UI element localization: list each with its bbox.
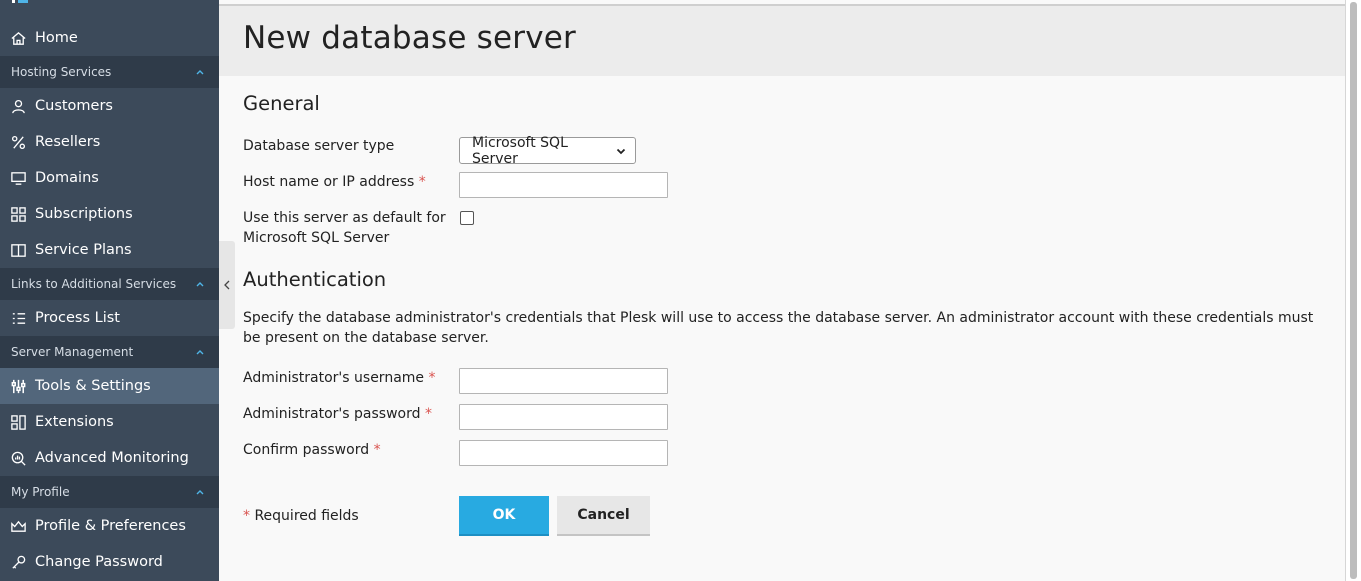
sidebar-item-label: Change Password [35, 554, 163, 570]
chevron-down-icon [615, 145, 627, 157]
home-icon [10, 30, 27, 47]
user-icon [10, 98, 27, 115]
chevron-up-icon [195, 67, 205, 77]
sidebar-item-service-plans[interactable]: Service Plans [0, 232, 219, 268]
sidebar-group-label: Hosting Services [11, 65, 112, 79]
sidebar-item-label: Profile & Preferences [35, 518, 186, 534]
percent-icon [10, 134, 27, 151]
auth-description: Specify the database administrator's cre… [243, 310, 1314, 346]
db-type-label: Database server type [243, 138, 395, 154]
sidebar-group-my-profile[interactable]: My Profile [0, 476, 219, 508]
sliders-icon [10, 378, 27, 395]
key-icon [10, 554, 27, 571]
section-title-authentication: Authentication [243, 268, 387, 291]
db-type-select[interactable]: Microsoft SQL Server [459, 134, 636, 167]
extensions-icon [10, 414, 27, 431]
sidebar-group-label: My Profile [11, 485, 70, 499]
chevron-up-icon [195, 347, 205, 357]
default-server-label-line1: Use this server as default for [243, 210, 446, 226]
crown-icon [10, 518, 27, 535]
ok-button[interactable]: OK [459, 496, 549, 536]
required-fields-note: * Required fields [243, 506, 359, 526]
sidebar-item-label: Domains [35, 170, 99, 186]
sidebar-item-label: Resellers [35, 134, 101, 150]
sidebar-item-change-password[interactable]: Change Password [0, 544, 219, 580]
sidebar-item-label: Customers [35, 98, 113, 114]
sidebar-item-process-list[interactable]: Process List [0, 300, 219, 336]
sidebar-item-tools-settings[interactable]: Tools & Settings [0, 368, 219, 404]
monitor-icon [10, 170, 27, 187]
admin-username-input[interactable] [459, 368, 668, 394]
required-marker: * [424, 406, 432, 422]
admin-username-label-text: Administrator's username [243, 370, 425, 386]
admin-password-label-text: Administrator's password [243, 406, 421, 422]
admin-password-input[interactable] [459, 404, 668, 430]
chevron-up-icon [195, 279, 205, 289]
default-server-label: Use this server as default for Microsoft… [243, 208, 446, 248]
required-marker: * [418, 174, 426, 190]
admin-password-label: Administrator's password * [243, 404, 432, 424]
monitoring-icon [10, 450, 27, 467]
sidebar-item-extensions[interactable]: Extensions [0, 404, 219, 440]
default-server-checkbox[interactable] [460, 211, 474, 225]
sidebar-item-customers[interactable]: Customers [0, 88, 219, 124]
book-icon [10, 242, 27, 259]
sidebar-group-links-additional-services[interactable]: Links to Additional Services [0, 268, 219, 300]
host-label: Host name or IP address * [243, 172, 426, 192]
db-type-selected-value: Microsoft SQL Server [472, 134, 568, 167]
sidebar-item-home[interactable]: Home [0, 20, 219, 56]
sidebar-group-label: Links to Additional Services [11, 277, 177, 291]
sidebar-group-server-management[interactable]: Server Management [0, 336, 219, 368]
sidebar-group-label: Server Management [11, 345, 134, 359]
host-label-text: Host name or IP address [243, 174, 415, 190]
vertical-scrollbar[interactable] [1345, 0, 1361, 581]
required-marker: * [243, 508, 250, 524]
chevron-left-icon [224, 280, 230, 290]
list-icon [10, 310, 27, 327]
sidebar-item-resellers[interactable]: Resellers [0, 124, 219, 160]
sidebar-item-profile-preferences[interactable]: Profile & Preferences [0, 508, 219, 544]
confirm-password-input[interactable] [459, 440, 668, 466]
sidebar-item-label: Advanced Monitoring [35, 450, 189, 466]
sidebar-item-subscriptions[interactable]: Subscriptions [0, 196, 219, 232]
page-title: New database server [243, 20, 576, 56]
sidebar-item-label: Home [35, 30, 78, 46]
required-fields-text: Required fields [254, 508, 359, 524]
sidebar-item-label: Service Plans [35, 242, 132, 258]
sidebar-item-advanced-monitoring[interactable]: Advanced Monitoring [0, 440, 219, 476]
scrollbar-thumb[interactable] [1350, 2, 1357, 579]
required-marker: * [373, 442, 381, 458]
host-input[interactable] [459, 172, 668, 198]
sidebar-item-label: Extensions [35, 414, 114, 430]
page-header: New database server [219, 6, 1345, 76]
sidebar-item-label: Tools & Settings [35, 378, 151, 394]
required-marker: * [428, 370, 436, 386]
section-title-general: General [243, 92, 320, 115]
sidebar-item-label: Process List [35, 310, 120, 326]
sidebar-item-label: Subscriptions [35, 206, 133, 222]
sidebar-collapse-button[interactable] [219, 241, 235, 329]
default-server-label-line2: Microsoft SQL Server [243, 230, 390, 246]
sidebar-group-hosting-services[interactable]: Hosting Services [0, 56, 219, 88]
admin-username-label: Administrator's username * [243, 368, 435, 388]
logo [12, 0, 34, 4]
confirm-password-label: Confirm password * [243, 440, 381, 460]
confirm-password-label-text: Confirm password [243, 442, 370, 458]
sidebar: Home Hosting Services Customers Reseller… [0, 0, 219, 581]
sidebar-item-domains[interactable]: Domains [0, 160, 219, 196]
cancel-button[interactable]: Cancel [557, 496, 650, 536]
chevron-up-icon [195, 487, 205, 497]
grid-icon [10, 206, 27, 223]
